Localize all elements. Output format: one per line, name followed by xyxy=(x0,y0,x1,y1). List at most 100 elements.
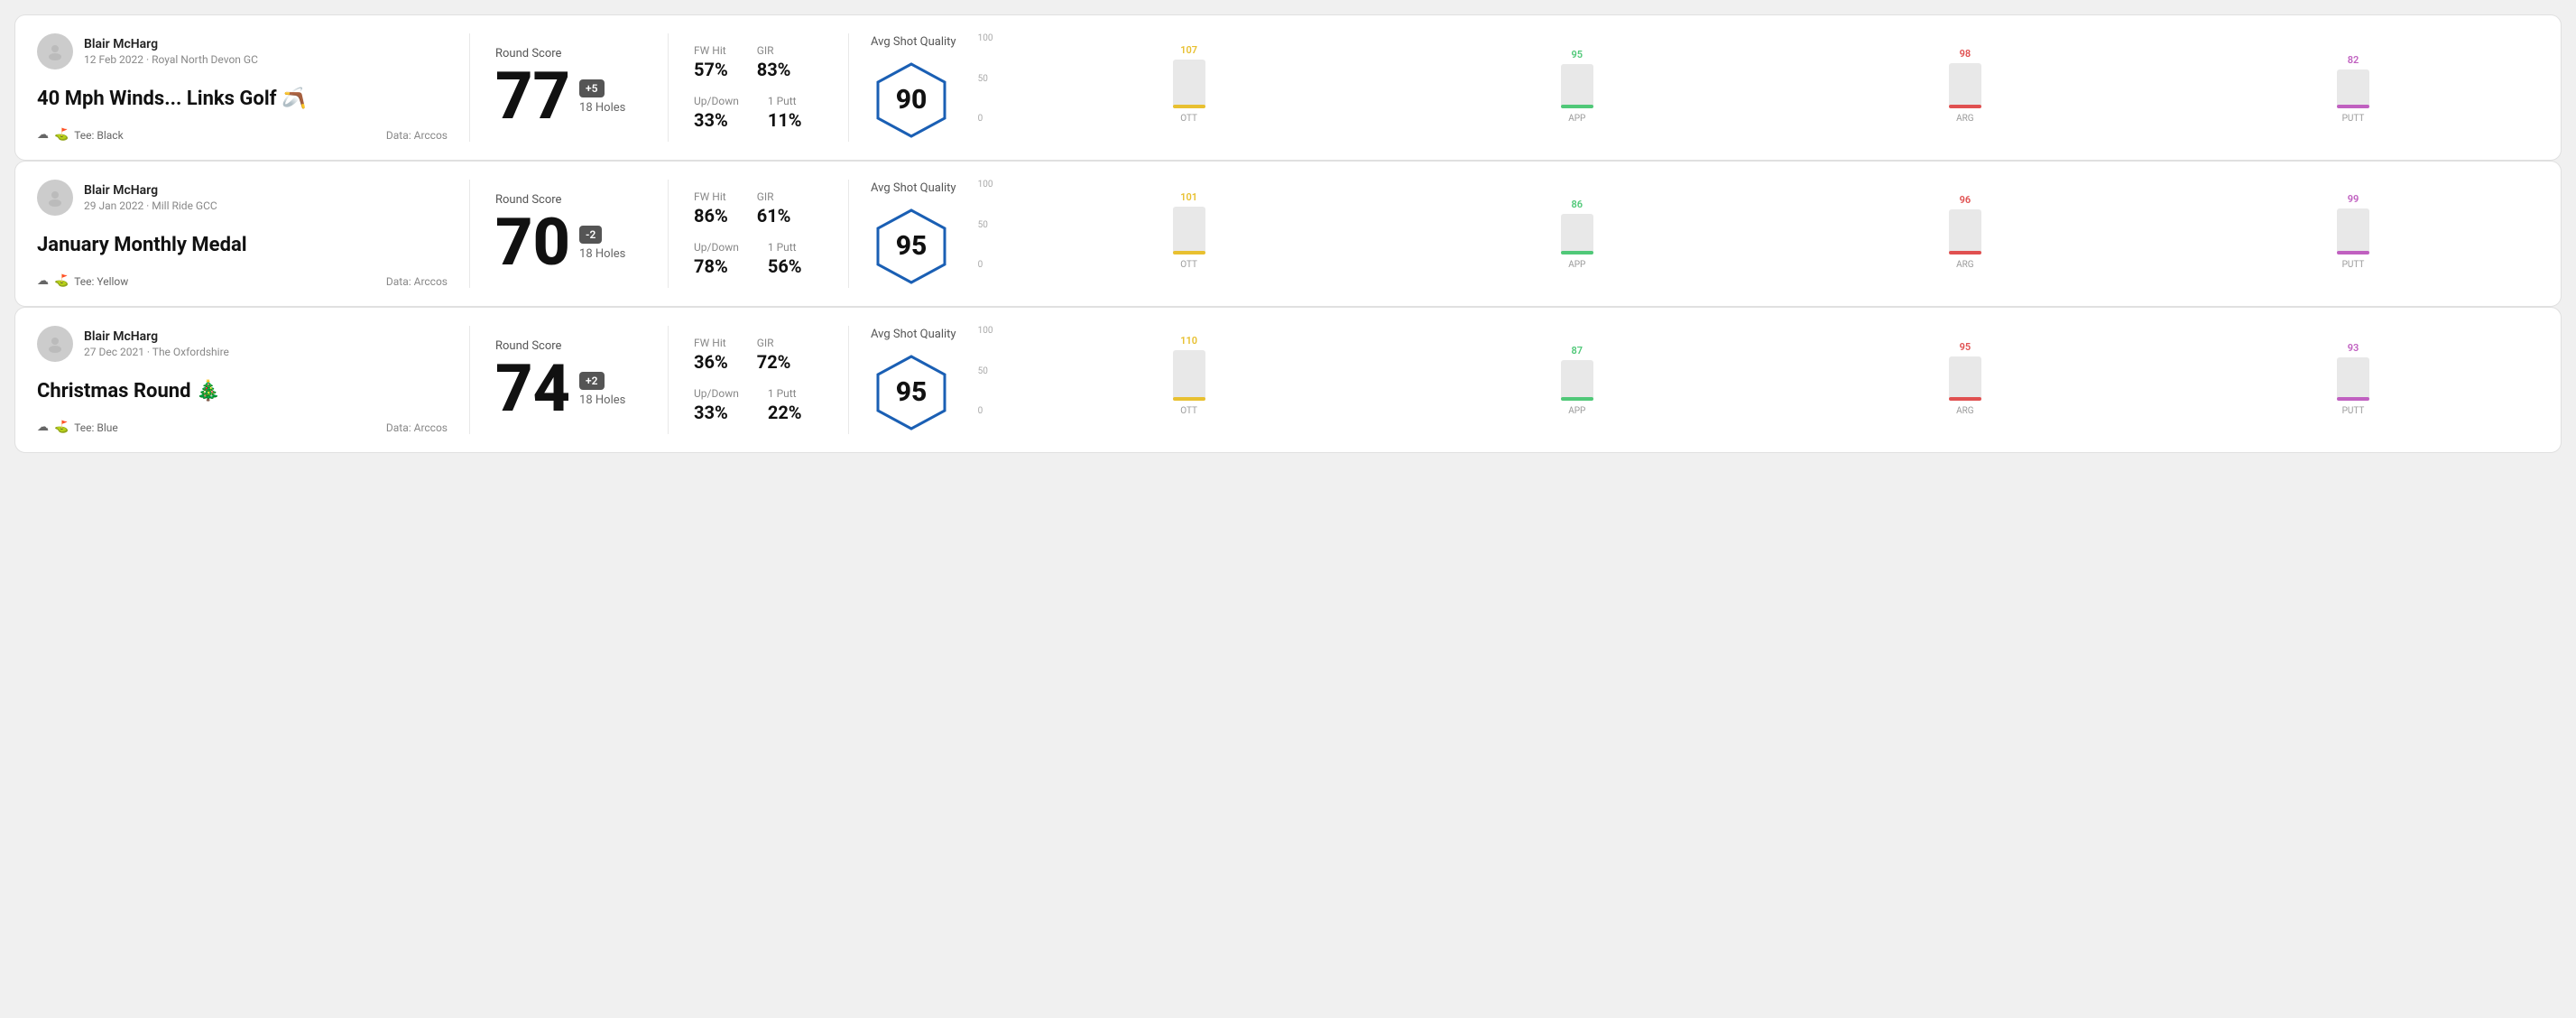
round-title: 40 Mph Winds... Links Golf 🪃 xyxy=(37,88,448,110)
bar-inner xyxy=(1949,105,1981,108)
card-left-section: Blair McHarg 27 Dec 2021 · The Oxfordshir… xyxy=(37,326,470,434)
y-axis: 100 50 0 xyxy=(978,326,993,416)
bar-value-label: 82 xyxy=(2348,54,2359,66)
user-text: Blair McHarg12 Feb 2022 · Royal North De… xyxy=(84,37,258,66)
stats-row-2: Up/Down33% 1 Putt22% xyxy=(694,387,823,423)
bar-chart-wrapper: 100500110OTT87APP95ARG93PUTT xyxy=(978,326,2539,434)
bar-col-app: 87APP xyxy=(1391,345,1763,416)
avatar xyxy=(37,180,73,216)
score-main: 70-218 Holes xyxy=(495,210,642,275)
bar-inner xyxy=(2337,251,2369,255)
oneputt-value: 22% xyxy=(768,402,802,423)
golf-bag-icon: ⛳ xyxy=(54,128,69,142)
card-left-section: Blair McHarg29 Jan 2022 · Mill Ride GCCJ… xyxy=(37,180,470,288)
bar-chart-wrapper: 100500107OTT95APP98ARG82PUTT xyxy=(978,33,2539,142)
bar-chart: 100500107OTT95APP98ARG82PUTT xyxy=(1003,33,2539,142)
fw-hit-value: 86% xyxy=(694,205,728,227)
round-card-1: Blair McHarg12 Feb 2022 · Royal North De… xyxy=(14,14,2562,161)
user-date: 27 Dec 2021 · The Oxfordshire xyxy=(84,346,229,358)
bar-value-label: 96 xyxy=(1960,194,1971,206)
y-tick: 100 xyxy=(978,326,993,336)
score-section: Round Score70-218 Holes xyxy=(470,180,669,288)
stats-row-1: FW Hit36%GIR72% xyxy=(694,337,823,373)
bar-value-label: 98 xyxy=(1960,48,1971,60)
quality-hex-wrapper: Avg Shot Quality 95 xyxy=(871,328,956,433)
updown-stat: Up/Down33% xyxy=(694,387,739,423)
y-axis: 100500 xyxy=(978,33,993,124)
bar-value-label: 87 xyxy=(1571,345,1583,356)
updown-value: 33% xyxy=(694,109,739,131)
bar-value-label: 95 xyxy=(1960,341,1971,353)
user-name: Blair McHarg xyxy=(84,37,258,51)
bar-inner xyxy=(1561,251,1593,255)
quality-section: Avg Shot Quality 90 100500107OTT95APP98A… xyxy=(849,33,2539,142)
tee-label: Tee: Yellow xyxy=(74,275,128,288)
updown-value: 78% xyxy=(694,255,739,277)
bar-inner xyxy=(1949,397,1981,401)
score-section: Round Score77+518 Holes xyxy=(470,33,669,142)
gir-value: 61% xyxy=(757,205,791,227)
user-name: Blair McHarg xyxy=(84,183,217,198)
gir-stat: GIR 72% xyxy=(757,337,791,373)
bar-inner xyxy=(1173,397,1205,401)
score-holes: 18 Holes xyxy=(579,393,625,407)
user-name: Blair McHarg xyxy=(84,329,229,344)
bar-label: ARG xyxy=(1956,260,1974,270)
bar-inner xyxy=(1561,397,1593,401)
stats-row-1: FW Hit57%GIR83% xyxy=(694,44,823,80)
fw-hit-stat: FW Hit57% xyxy=(694,44,728,80)
score-meta: +218 Holes xyxy=(579,371,625,407)
data-source: Data: Arccos xyxy=(386,421,448,434)
bar-outer xyxy=(1173,60,1205,108)
updown-label: Up/Down xyxy=(694,241,739,254)
user-info: Blair McHarg29 Jan 2022 · Mill Ride GCC xyxy=(37,180,448,216)
y-tick: 50 xyxy=(978,74,993,84)
score-badge: -2 xyxy=(579,226,602,244)
updown-stat: Up/Down33% xyxy=(694,95,739,131)
bar-col-putt: 82PUTT xyxy=(2167,54,2539,124)
quality-hex-wrapper: Avg Shot Quality 90 xyxy=(871,35,956,141)
cloud-icon: ☁ xyxy=(37,274,49,288)
bar-outer xyxy=(2337,357,2369,401)
oneputt-stat: 1 Putt56% xyxy=(768,241,802,277)
gir-label: GIR xyxy=(757,337,791,349)
user-info: Blair McHarg 27 Dec 2021 · The Oxfordshir… xyxy=(37,326,448,362)
score-main: 74+218 Holes xyxy=(495,356,642,421)
tee-label: Tee: Blue xyxy=(74,421,118,434)
bar-chart: 100500101OTT86APP96ARG99PUTT xyxy=(1003,180,2539,288)
bar-outer xyxy=(1561,214,1593,255)
bar-label: OTT xyxy=(1180,260,1197,270)
quality-hex-wrapper: Avg Shot Quality 95 xyxy=(871,181,956,287)
round-card-2: Blair McHarg29 Jan 2022 · Mill Ride GCCJ… xyxy=(14,161,2562,307)
oneputt-value: 11% xyxy=(768,109,802,131)
tee-info: ☁⛳Tee: Yellow xyxy=(37,274,128,288)
y-tick: 50 xyxy=(978,366,993,376)
quality-value: 95 xyxy=(896,376,928,408)
updown-stat: Up/Down78% xyxy=(694,241,739,277)
bar-value-label: 86 xyxy=(1571,199,1583,210)
bar-label: OTT xyxy=(1180,114,1197,124)
cloud-icon: ☁ xyxy=(37,421,49,434)
bar-inner xyxy=(1173,105,1205,108)
user-text: Blair McHarg29 Jan 2022 · Mill Ride GCC xyxy=(84,183,217,212)
bar-chart-wrapper: 100500101OTT86APP96ARG99PUTT xyxy=(978,180,2539,288)
bar-col-app: 86APP xyxy=(1391,199,1763,270)
bar-value-label: 101 xyxy=(1180,191,1197,203)
card-footer: ☁⛳Tee: YellowData: Arccos xyxy=(37,274,448,288)
oneputt-value: 56% xyxy=(768,255,802,277)
oneputt-stat: 1 Putt22% xyxy=(768,387,802,423)
gir-label: GIR xyxy=(757,190,791,203)
bar-col-arg: 96 ARG xyxy=(1779,194,2151,270)
gir-value: 72% xyxy=(757,351,791,373)
avg-shot-quality-label: Avg Shot Quality xyxy=(871,181,956,195)
bar-label: PUTT xyxy=(2342,260,2365,270)
score-section: Round Score74+218 Holes xyxy=(470,326,669,434)
updown-label: Up/Down xyxy=(694,387,739,400)
bar-outer xyxy=(1561,360,1593,401)
hexagon-shape: 95 xyxy=(871,206,952,287)
gir-label: GIR xyxy=(757,44,791,57)
stats-section: FW Hit57%GIR83%Up/Down33%1 Putt11% xyxy=(669,33,849,142)
y-tick: 0 xyxy=(978,406,993,416)
fw-hit-stat: FW Hit86% xyxy=(694,190,728,227)
y-tick: 50 xyxy=(978,220,993,230)
